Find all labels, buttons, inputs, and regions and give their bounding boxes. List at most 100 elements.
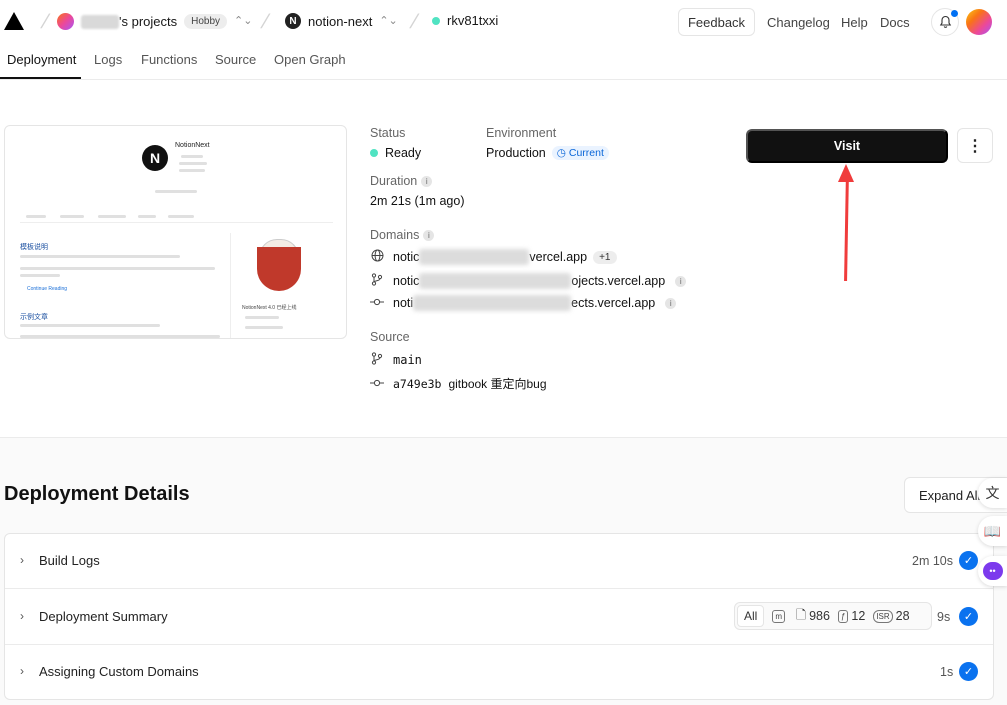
build-logs-row[interactable]: › Build Logs 2m 10s ✓ — [5, 534, 993, 589]
help-link[interactable]: Help — [841, 15, 868, 30]
environment-text: Production — [486, 146, 546, 160]
commit-hash: a749e3b — [393, 376, 442, 391]
deployment-crumb[interactable]: rkv81txxi — [432, 13, 498, 28]
static-count[interactable]: 🗋 986 — [796, 606, 830, 627]
preview-text-line — [179, 162, 207, 165]
team-switcher[interactable]: 's projects Hobby ⌃⌄ — [57, 13, 252, 30]
team-name-label: 's projects — [119, 14, 178, 29]
ready-status-dot — [370, 149, 378, 157]
current-clock-icon: ◷ — [556, 147, 566, 159]
row-duration: 9s — [937, 610, 951, 624]
breadcrumb-separator: / — [38, 11, 52, 33]
branch-name: main — [393, 353, 422, 367]
preview-text-line — [20, 255, 180, 258]
lambda-icon: ƒ — [837, 609, 849, 623]
chevron-right-icon: › — [20, 609, 24, 623]
preview-nav-item — [138, 215, 156, 218]
current-badge-label: Current — [568, 147, 604, 159]
tab-logs[interactable]: Logs — [94, 52, 122, 67]
breadcrumb-separator: / — [258, 11, 272, 33]
team-name: 's projects — [81, 14, 177, 29]
redacted-domain — [413, 295, 572, 311]
check-circle-icon: ✓ — [959, 607, 978, 626]
bot-face: •• — [982, 562, 1003, 580]
environment-label: Environment — [486, 126, 557, 140]
more-vertical-icon: ⋮ — [967, 137, 983, 155]
domain-row[interactable]: notic vercel.app +1 — [370, 249, 617, 265]
chevron-right-icon: › — [20, 553, 24, 567]
deployment-summary-row[interactable]: › Deployment Summary All m 🗋 986 ƒ 12 IS… — [5, 590, 993, 645]
preview-text-line — [155, 190, 197, 193]
tab-open-graph[interactable]: Open Graph — [274, 52, 346, 67]
deployment-id: rkv81txxi — [447, 13, 499, 28]
preview-read-more: Continue Reading — [27, 286, 68, 292]
more-options-button[interactable]: ⋮ — [957, 128, 993, 163]
source-label: Source — [370, 330, 410, 344]
chevron-updown-icon[interactable]: ⌃⌄ — [379, 15, 397, 27]
tab-deployment[interactable]: Deployment — [7, 52, 76, 67]
notification-dot — [951, 10, 958, 17]
breadcrumb-separator: / — [407, 11, 421, 33]
chevron-right-icon: › — [20, 664, 24, 678]
git-commit-icon — [370, 377, 384, 391]
chevron-updown-icon[interactable]: ⌃⌄ — [234, 16, 252, 27]
info-icon[interactable]: i — [675, 275, 687, 287]
info-icon[interactable]: i — [421, 175, 433, 187]
row-duration: 1s — [940, 665, 954, 679]
globe-icon — [370, 249, 384, 265]
preview-post-2-title: 示例文章 — [20, 314, 48, 321]
book-icon[interactable]: 📖 — [978, 516, 1007, 546]
source-commit[interactable]: a749e3b gitbook 重定向bug — [370, 375, 547, 392]
source-branch[interactable]: main — [370, 352, 422, 368]
vercel-logo-icon[interactable] — [4, 12, 24, 30]
feedback-button[interactable]: Feedback — [678, 8, 755, 36]
isr-count[interactable]: ISR 28 — [873, 609, 910, 623]
preview-text-line — [179, 169, 205, 172]
file-icon: 🗋 — [796, 607, 807, 622]
assistant-bot-icon[interactable]: •• — [978, 556, 1007, 586]
notifications-button[interactable] — [931, 8, 959, 36]
row-duration: 2m 10s — [912, 554, 953, 568]
tab-source[interactable]: Source — [215, 52, 256, 67]
custom-domains-row[interactable]: › Assigning Custom Domains 1s ✓ — [5, 645, 993, 700]
row-title: Deployment Summary — [39, 609, 168, 624]
tab-functions[interactable]: Functions — [141, 52, 197, 67]
git-commit-icon — [370, 296, 384, 310]
summary-filter: All m 🗋 986 ƒ 12 ISR 28 — [734, 602, 932, 630]
changelog-link[interactable]: Changelog — [767, 15, 830, 30]
more-domains-badge[interactable]: +1 — [593, 250, 617, 264]
preview-sidebar-caption: NotionNext 4.0 已经上线 — [242, 305, 297, 311]
domain-suffix: vercel.app — [529, 250, 588, 264]
status-text: Ready — [385, 146, 422, 160]
commit-message: gitbook 重定向bug — [448, 377, 547, 391]
functions-count[interactable]: ƒ 12 — [837, 609, 866, 623]
domain-row[interactable]: notic ojects.vercel.app i — [370, 273, 687, 289]
translate-icon[interactable]: 文 — [978, 478, 1007, 508]
docs-link[interactable]: Docs — [880, 15, 910, 30]
domain-prefix: noti — [393, 296, 414, 310]
preview-text-line — [181, 155, 203, 158]
deployment-preview[interactable]: N NotionNext 模板说明 Continue Reading 示例文章 … — [4, 125, 347, 339]
annotation-arrow-head — [838, 164, 854, 182]
project-name: notion-next — [308, 13, 373, 29]
preview-nav — [20, 213, 333, 223]
preview-site-logo: N — [142, 145, 168, 171]
deployment-tabs: Deployment Logs Functions Source Open Gr… — [0, 44, 1007, 80]
filter-all[interactable]: All — [737, 605, 765, 627]
info-icon[interactable]: i — [423, 229, 435, 241]
user-avatar[interactable] — [966, 9, 992, 35]
project-switcher[interactable]: N notion-next ⌃⌄ — [285, 13, 398, 29]
preview-text-line — [20, 267, 215, 270]
info-icon[interactable]: i — [665, 297, 677, 309]
preview-nav-item — [60, 215, 84, 218]
git-branch-icon — [370, 273, 384, 289]
domain-row[interactable]: noti ects.vercel.app i — [370, 295, 677, 311]
visit-button[interactable]: Visit — [746, 129, 948, 163]
top-bar: / 's projects Hobby ⌃⌄ / N notion-next ⌃… — [0, 0, 1007, 44]
static-count-value: 986 — [809, 609, 830, 623]
middleware-icon[interactable]: m — [772, 609, 786, 623]
functions-count-value: 12 — [851, 609, 866, 623]
isr-count-value: 28 — [895, 609, 910, 623]
preview-nav-item — [26, 215, 46, 218]
annotation-arrow-shaft — [844, 172, 849, 282]
